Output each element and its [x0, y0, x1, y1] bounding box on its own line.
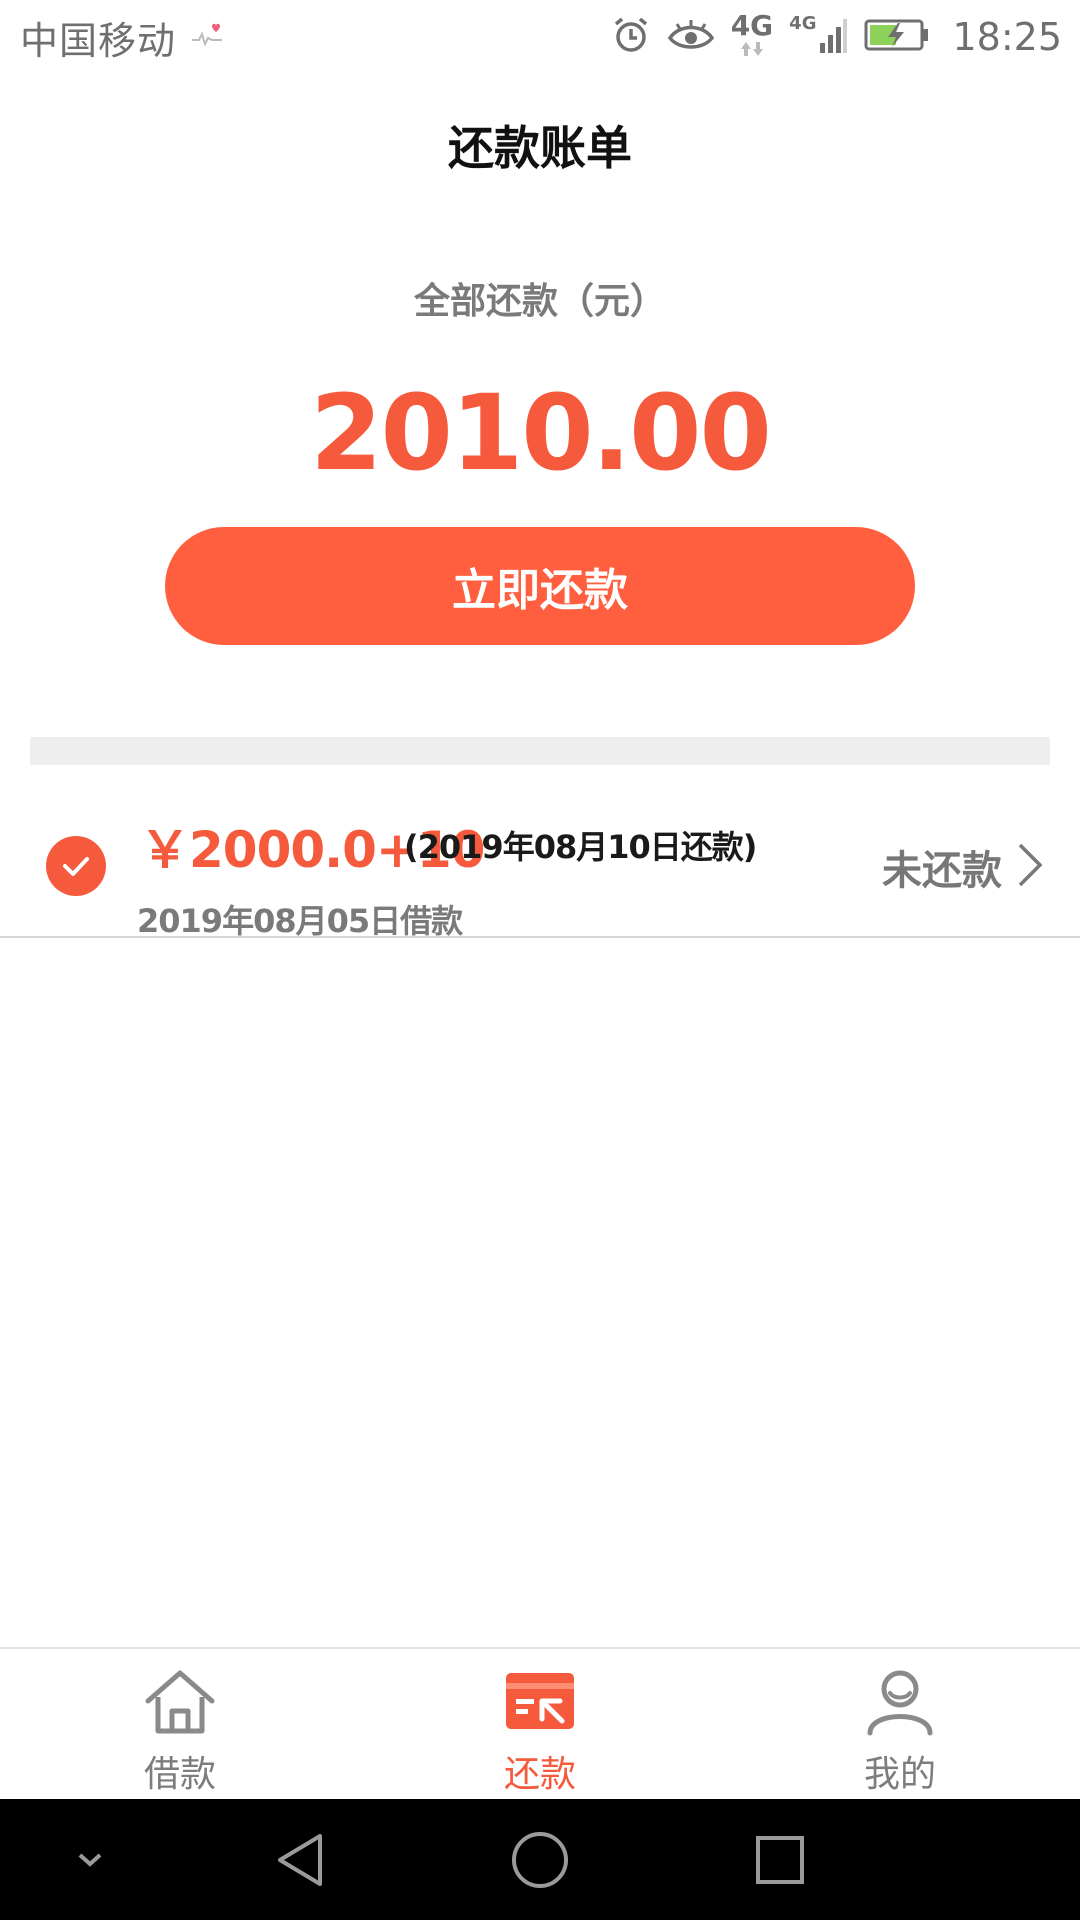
nav-label-mine: 我的 — [863, 1754, 936, 1795]
network-label-1: 4G — [730, 9, 774, 42]
nav-item-borrow[interactable]: 借款 — [0, 1649, 360, 1799]
home-icon — [142, 1667, 218, 1741]
bill-status[interactable]: 未还款 — [882, 838, 1044, 896]
signal-icon — [818, 15, 848, 59]
bill-borrow-date: 2019年08月05日借款 — [137, 902, 463, 940]
page-title: 还款账单 — [448, 121, 632, 175]
eye-icon — [667, 16, 715, 58]
app-screen: 中国移动 4G 4G 18:25 还款账单 全部还款（元） 2010.00 立即… — [0, 0, 1080, 1920]
bottom-nav: 借款 还款 我的 — [0, 1647, 1080, 1799]
network-label-2: 4G — [789, 13, 817, 34]
status-right: 4G 4G 18:25 — [611, 12, 1062, 62]
check-icon[interactable] — [46, 836, 106, 896]
repay-card-icon — [502, 1667, 578, 1741]
recents-square-icon[interactable] — [750, 1799, 810, 1920]
repay-now-button[interactable]: 立即还款 — [165, 527, 915, 645]
nav-label-borrow: 借款 — [143, 1754, 216, 1795]
nav-item-repay[interactable]: 还款 — [360, 1649, 720, 1799]
back-triangle-icon[interactable] — [270, 1799, 330, 1920]
data-arrows-icon — [738, 40, 766, 62]
nav-label-repay: 还款 — [503, 1754, 576, 1795]
alarm-icon — [611, 15, 651, 59]
chevron-down-icon[interactable] — [60, 1799, 120, 1920]
user-icon — [862, 1667, 938, 1741]
heartbeat-icon — [190, 20, 224, 54]
nav-item-mine[interactable]: 我的 — [720, 1649, 1080, 1799]
bill-list-item[interactable]: ￥2000.0+10 (2019年08月10日还款) 2019年08月05日借款… — [0, 766, 1080, 940]
bill-due-date: (2019年08月10日还款) — [404, 828, 757, 866]
home-circle-icon[interactable] — [505, 1799, 575, 1920]
status-left: 中国移动 — [20, 10, 224, 65]
status-bar: 中国移动 4G 4G 18:25 — [0, 0, 1080, 74]
system-nav-bar — [0, 1799, 1080, 1920]
network-4g-secondary: 4G — [789, 15, 848, 59]
total-repayment-amount: 2010.00 — [310, 372, 772, 494]
bill-status-text: 未还款 — [882, 848, 1002, 894]
network-4g-primary: 4G — [731, 12, 773, 62]
clock: 18:25 — [952, 15, 1062, 59]
battery-charging-icon — [864, 17, 930, 57]
section-divider — [30, 737, 1050, 765]
chevron-right-icon — [1016, 841, 1044, 893]
carrier-name: 中国移动 — [20, 18, 177, 63]
total-repayment-label: 全部还款（元） — [413, 281, 666, 322]
